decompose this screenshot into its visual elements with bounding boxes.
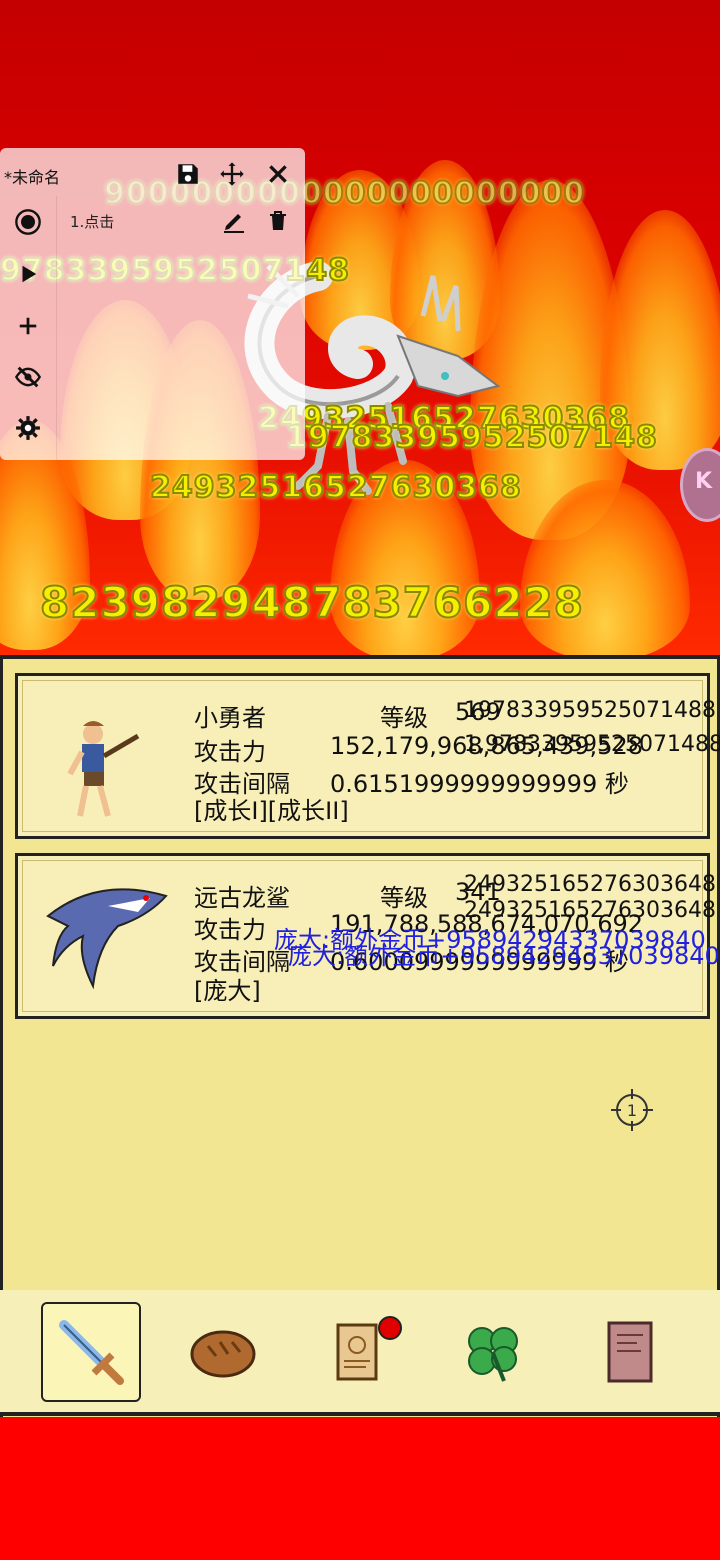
bottom-navigation	[0, 1290, 720, 1416]
hero-portrait	[67, 721, 140, 817]
assistant-label: K	[695, 469, 713, 494]
nav-bread-tab[interactable]	[173, 1302, 273, 1402]
nav-book-tab[interactable]	[580, 1302, 680, 1402]
settings-icon[interactable]	[12, 412, 44, 444]
record-icon[interactable]	[12, 206, 44, 238]
shark-portrait	[46, 888, 168, 990]
clover-icon	[468, 1327, 518, 1382]
hero-name: 小勇者	[194, 704, 266, 732]
close-icon[interactable]	[262, 158, 294, 190]
damage-number-large: 823982948783766228	[39, 577, 585, 628]
game-screen: 9000000000000000000000 9783395952507148 …	[0, 0, 720, 1560]
sword-icon	[59, 1320, 124, 1385]
hero-card[interactable]: 小勇者 等级 569 19783395952507148​8 攻击力 152,1…	[15, 673, 720, 839]
damage-number: 24932516527630368	[149, 469, 522, 506]
hero-card[interactable]: 远古龙鲨 等级 341 249325165276303648 249325165…	[15, 853, 720, 1019]
bonus-gold-text: 庞大:额外金币+958942943370398​40	[288, 942, 720, 970]
attack-label: 攻击力	[194, 916, 266, 944]
nav-sword-tab[interactable]	[41, 1302, 141, 1402]
hide-icon[interactable]	[12, 361, 44, 393]
move-icon[interactable]	[216, 158, 248, 190]
level-label: 等级	[380, 884, 428, 912]
overlay-number: 19783395952507148​8	[464, 698, 716, 723]
recorder-toolbar	[0, 196, 57, 460]
play-icon[interactable]	[12, 258, 44, 290]
nav-quest-tab[interactable]	[308, 1302, 408, 1402]
macro-recorder-panel: *未命名 1.点击	[0, 148, 305, 460]
hero-name: 远古龙鲨	[194, 884, 290, 912]
save-icon[interactable]	[172, 158, 204, 190]
notification-badge	[378, 1316, 402, 1340]
target-number: 1	[627, 1101, 637, 1120]
hero-attack-interval: 0.6151999999999999 秒	[330, 770, 629, 798]
book-icon	[607, 1321, 653, 1383]
recorder-item-label[interactable]: 1.点击	[70, 211, 114, 232]
hero-tags: [庞大]	[194, 977, 261, 1005]
attack-label: 攻击力	[194, 738, 266, 766]
damage-number: 19783395952507148	[285, 419, 658, 456]
delete-icon[interactable]	[262, 205, 294, 237]
nav-luck-tab[interactable]	[443, 1302, 543, 1402]
hero-tags: [成长I][成长II]	[194, 797, 349, 825]
overlay-number: 1,9783395952507148​8	[464, 732, 720, 757]
overlay-number: 249325165276303648	[464, 872, 716, 897]
add-icon[interactable]	[12, 310, 44, 342]
crosshair-target-icon[interactable]: 1	[611, 1089, 653, 1131]
edit-icon[interactable]	[218, 205, 250, 237]
recorder-title: *未命名	[4, 168, 61, 187]
level-label: 等级	[380, 704, 428, 732]
bread-icon	[190, 1330, 256, 1378]
